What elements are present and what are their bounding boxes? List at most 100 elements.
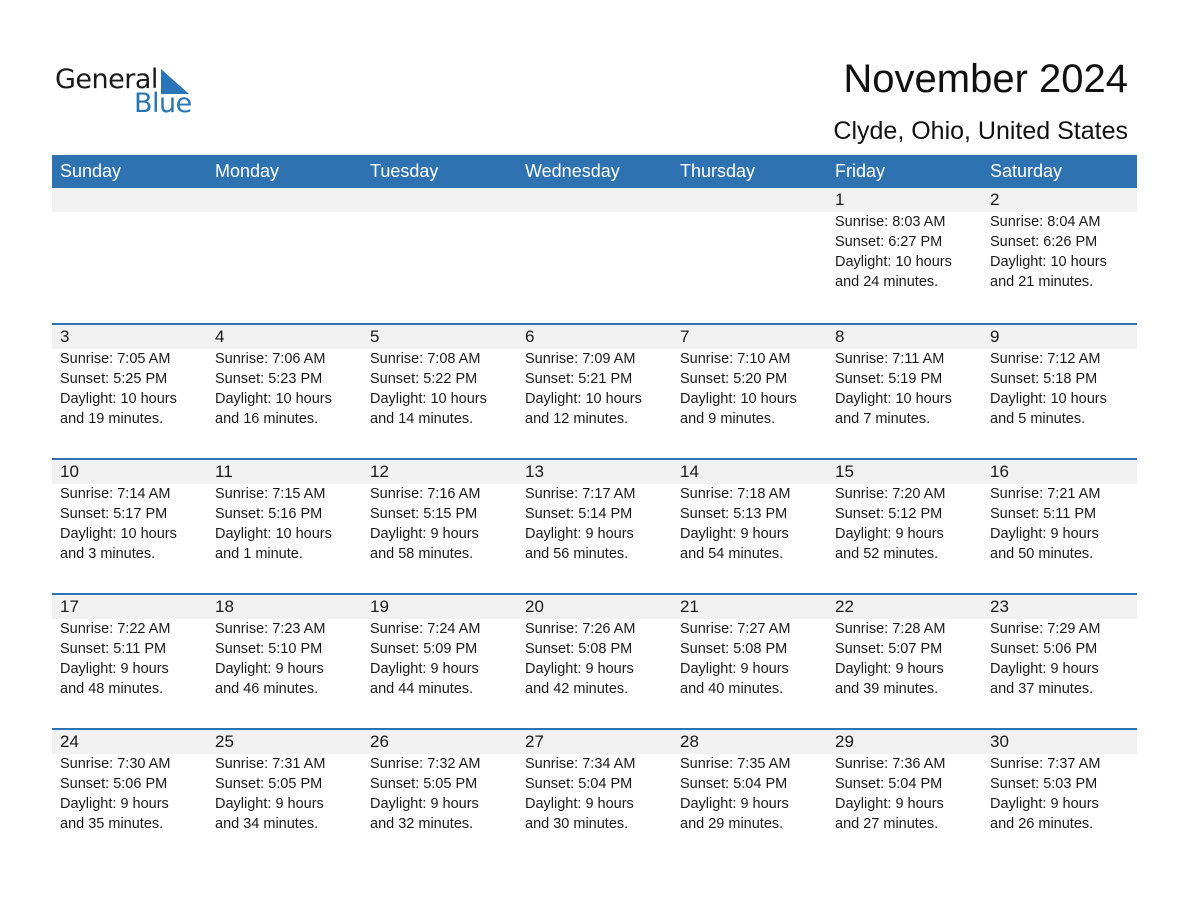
sunrise-time: Sunrise: 7:08 AM [370,351,481,367]
daylight-minutes: and 50 minutes. [990,546,1094,562]
sunrise-time: Sunrise: 8:03 AM [835,214,946,230]
day-number: 30 [990,732,1009,751]
daylight-hours: Daylight: 9 hours [680,661,789,677]
sunset-time: Sunset: 5:22 PM [370,371,478,387]
day-cell: 8 Sunrise: 7:11 AM Sunset: 5:19 PM Daylight… [827,325,982,429]
daylight-hours: Daylight: 9 hours [60,796,169,812]
daylight-hours: Daylight: 9 hours [835,661,944,677]
sunrise-time: Sunrise: 7:14 AM [60,486,171,502]
daylight-minutes: and 5 minutes. [990,411,1086,427]
sunrise-time: Sunrise: 7:23 AM [215,621,326,637]
daylight-minutes: and 30 minutes. [525,816,629,832]
daylight-hours: Daylight: 9 hours [215,661,324,677]
sunrise-time: Sunrise: 7:05 AM [60,351,171,367]
day-cell: 28 Sunrise: 7:35 AM Sunset: 5:04 PM Dayligh… [672,730,827,834]
sunset-time: Sunset: 5:05 PM [215,776,323,792]
day-number: 15 [835,462,854,481]
sunrise-time: Sunrise: 7:12 AM [990,351,1101,367]
week-days: 24 Sunrise: 7:30 AM Sunset: 5:06 PM Dayligh… [52,730,1137,834]
daylight-minutes: and 3 minutes. [60,546,156,562]
sunrise-time: Sunrise: 7:31 AM [215,756,326,772]
daylight-minutes: and 48 minutes. [60,681,164,697]
sunrise-time: Sunrise: 7:37 AM [990,756,1101,772]
sunset-time: Sunset: 5:12 PM [835,506,943,522]
weekday-header-friday: Friday [835,161,886,181]
weekday-header-monday: Monday [215,161,280,181]
daylight-hours: Daylight: 9 hours [680,526,789,542]
sunset-time: Sunset: 6:26 PM [990,234,1098,250]
daylight-minutes: and 29 minutes. [680,816,784,832]
sunrise-time: Sunrise: 7:24 AM [370,621,481,637]
day-cell: 6 Sunrise: 7:09 AM Sunset: 5:21 PM Daylight… [517,325,672,429]
day-number: 2 [990,190,1000,209]
daylight-minutes: and 24 minutes. [835,274,939,290]
day-number: 14 [680,462,699,481]
weekday-header-saturday: Saturday [990,161,1063,181]
daylight-hours: Daylight: 10 hours [60,526,177,542]
weekday-header-tuesday: Tuesday [370,161,439,181]
day-cell: 22 Sunrise: 7:28 AM Sunset: 5:07 PM Dayligh… [827,595,982,699]
sunset-time: Sunset: 5:17 PM [60,506,168,522]
daylight-hours: Daylight: 9 hours [215,796,324,812]
day-cell: 11 Sunrise: 7:15 AM Sunset: 5:16 PM Dayligh… [207,460,362,564]
sunset-time: Sunset: 5:11 PM [990,506,1097,522]
day-number: 4 [215,327,225,346]
daylight-hours: Daylight: 9 hours [680,796,789,812]
day-number: 22 [835,597,854,616]
day-cell: 20 Sunrise: 7:26 AM Sunset: 5:08 PM Dayligh… [517,595,672,699]
daylight-hours: Daylight: 10 hours [215,391,332,407]
day-cell: 16 Sunrise: 7:21 AM Sunset: 5:11 PM Dayligh… [982,460,1137,564]
day-cell: 7 Sunrise: 7:10 AM Sunset: 5:20 PM Daylight… [672,325,827,429]
empty-day-cell [672,188,827,292]
daylight-minutes: and 9 minutes. [680,411,776,427]
day-number: 16 [990,462,1009,481]
daylight-hours: Daylight: 9 hours [835,526,944,542]
sunrise-time: Sunrise: 7:21 AM [990,486,1101,502]
day-number: 6 [525,327,535,346]
daylight-hours: Daylight: 9 hours [525,661,634,677]
daylight-minutes: and 37 minutes. [990,681,1094,697]
week-row: 1 Sunrise: 8:03 AM Sunset: 6:27 PM Daylight… [52,188,1137,323]
day-number: 24 [60,732,79,751]
sunset-time: Sunset: 5:16 PM [215,506,323,522]
day-cell: 29 Sunrise: 7:36 AM Sunset: 5:04 PM Dayligh… [827,730,982,834]
daylight-hours: Daylight: 10 hours [835,391,952,407]
day-number: 27 [525,732,544,751]
week-row: 10 Sunrise: 7:14 AM Sunset: 5:17 PM Dayligh… [52,458,1137,593]
weeks-container: 1 Sunrise: 8:03 AM Sunset: 6:27 PM Daylight… [52,188,1137,863]
daylight-minutes: and 19 minutes. [60,411,164,427]
day-cell: 24 Sunrise: 7:30 AM Sunset: 5:06 PM Dayligh… [52,730,207,834]
daylight-hours: Daylight: 9 hours [835,796,944,812]
daylight-hours: Daylight: 9 hours [990,526,1099,542]
day-cell: 15 Sunrise: 7:20 AM Sunset: 5:12 PM Dayligh… [827,460,982,564]
weekday-header-thursday: Thursday [680,161,756,181]
daylight-hours: Daylight: 9 hours [370,526,479,542]
sunrise-time: Sunrise: 7:06 AM [215,351,326,367]
sunrise-time: Sunrise: 7:18 AM [680,486,791,502]
sunrise-time: Sunrise: 7:20 AM [835,486,946,502]
daylight-minutes: and 32 minutes. [370,816,474,832]
daylight-minutes: and 26 minutes. [990,816,1094,832]
sunrise-time: Sunrise: 7:32 AM [370,756,481,772]
daylight-minutes: and 27 minutes. [835,816,939,832]
daylight-minutes: and 52 minutes. [835,546,939,562]
day-cell: 2 Sunrise: 8:04 AM Sunset: 6:26 PM Daylight… [982,188,1137,292]
sunset-time: Sunset: 5:03 PM [990,776,1098,792]
sunrise-time: Sunrise: 7:09 AM [525,351,636,367]
sunrise-time: Sunrise: 7:28 AM [835,621,946,637]
week-days: 17 Sunrise: 7:22 AM Sunset: 5:11 PM Dayligh… [52,595,1137,699]
sunrise-time: Sunrise: 7:16 AM [370,486,481,502]
empty-day-cell [52,188,207,292]
day-cell: 9 Sunrise: 7:12 AM Sunset: 5:18 PM Daylight… [982,325,1137,429]
daylight-hours: Daylight: 9 hours [370,796,479,812]
day-number: 28 [680,732,699,751]
daylight-minutes: and 14 minutes. [370,411,474,427]
daylight-hours: Daylight: 9 hours [990,661,1099,677]
day-number: 12 [370,462,389,481]
day-number: 9 [990,327,1000,346]
sunset-time: Sunset: 5:04 PM [525,776,633,792]
week-row: 3 Sunrise: 7:05 AM Sunset: 5:25 PM Daylight… [52,323,1137,458]
sunrise-time: Sunrise: 7:10 AM [680,351,791,367]
daylight-hours: Daylight: 9 hours [370,661,479,677]
sunrise-time: Sunrise: 7:26 AM [525,621,636,637]
